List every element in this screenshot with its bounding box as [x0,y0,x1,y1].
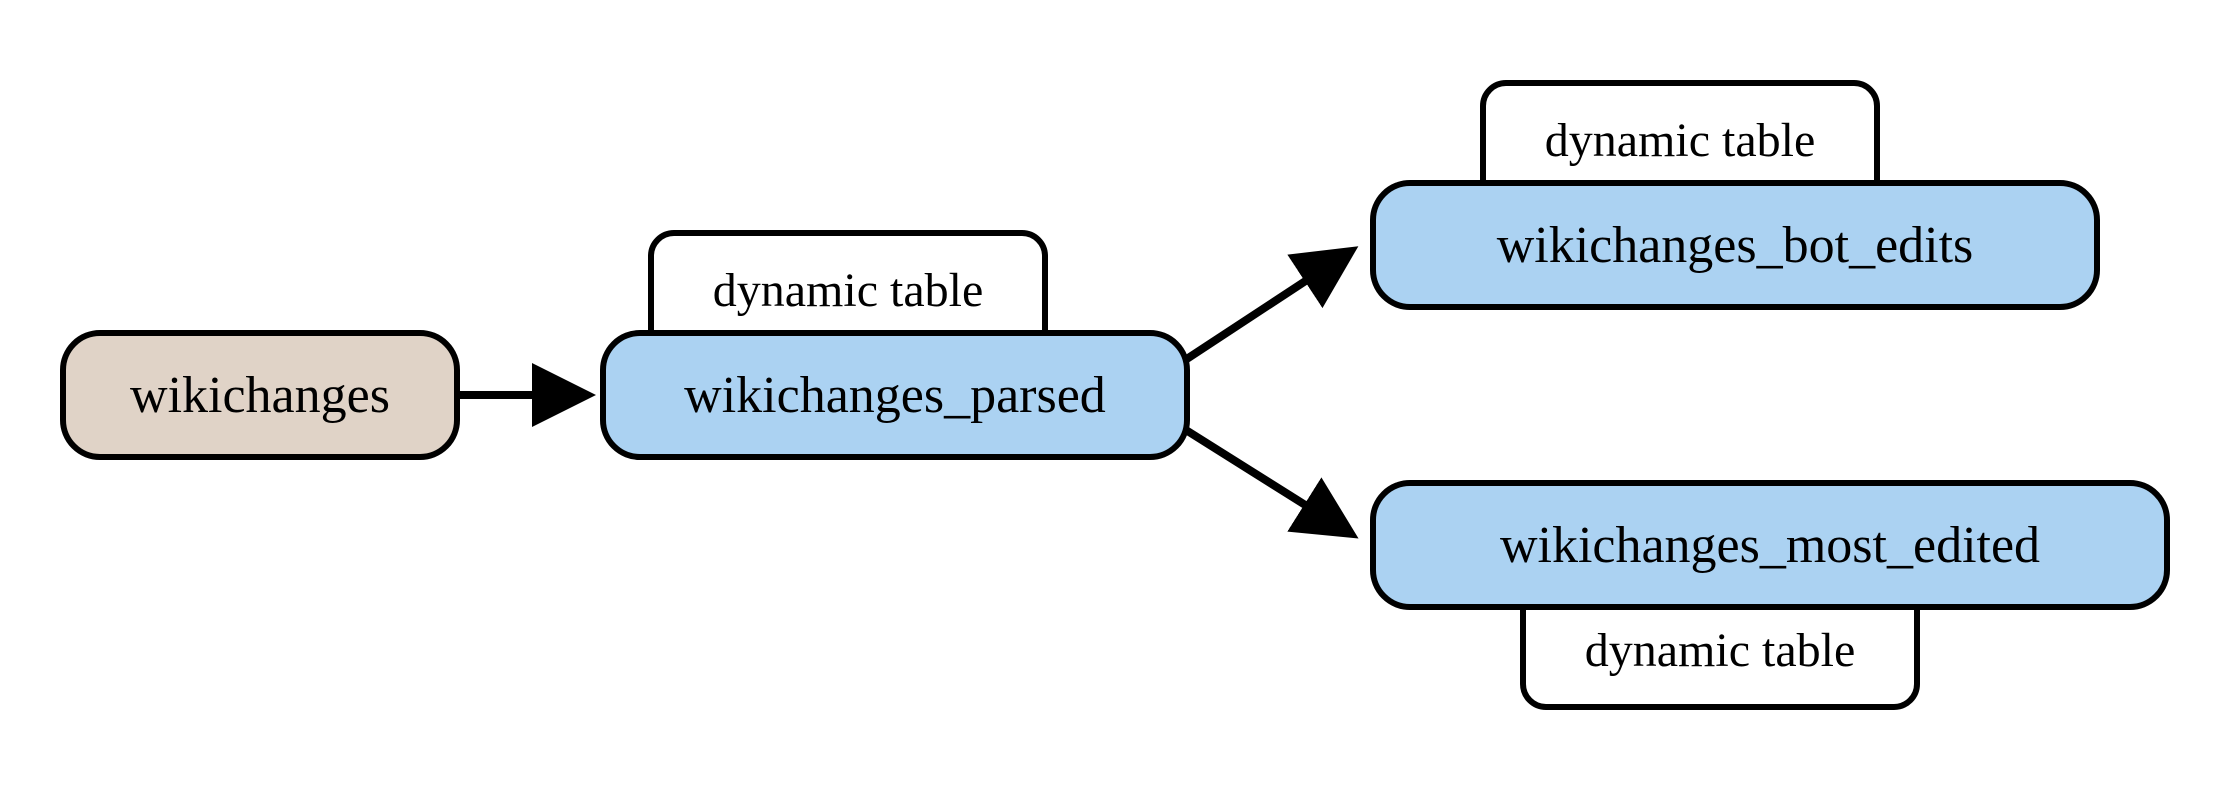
node-wikichanges-most-edited: wikichanges_most_edited [1370,480,2170,610]
edge-parsed-to-bot-edits [1170,255,1345,370]
diagram-canvas: wikichanges dynamic table wikichanges_pa… [0,0,2218,802]
node-label: wikichanges_bot_edits [1497,216,1974,275]
tag-label: dynamic table [1545,113,1816,168]
node-wikichanges: wikichanges [60,330,460,460]
tag-label: dynamic table [1585,623,1856,678]
edge-parsed-to-most-edited [1170,420,1345,530]
tag-label: dynamic table [713,263,984,318]
node-label: wikichanges [130,366,390,425]
node-label: wikichanges_parsed [684,366,1106,425]
node-wikichanges-bot-edits: wikichanges_bot_edits [1370,180,2100,310]
node-label: wikichanges_most_edited [1500,516,2040,575]
node-wikichanges-parsed: wikichanges_parsed [600,330,1190,460]
